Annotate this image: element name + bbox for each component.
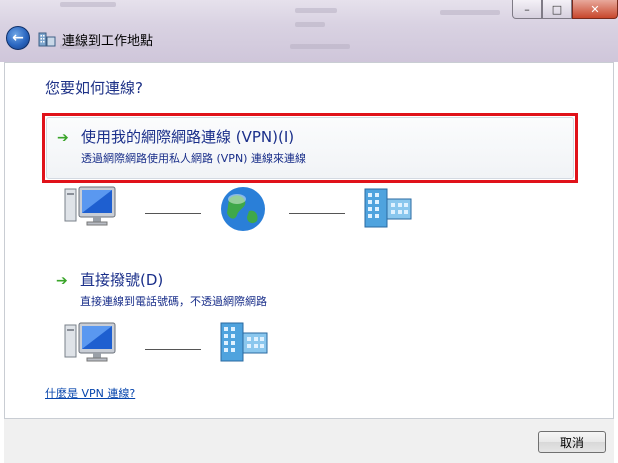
- page-heading: 您要如何連線?: [45, 79, 143, 97]
- background-ghost-text: [440, 10, 500, 15]
- computer-icon: [64, 322, 116, 362]
- dial-up-option-description: 直接連線到電話號碼，不透過網際網路: [80, 295, 267, 308]
- connection-line: [145, 213, 201, 214]
- office-building-icon: [220, 322, 268, 362]
- minimize-button[interactable]: –: [512, 0, 542, 19]
- dial-up-option-title: 直接撥號(D): [80, 271, 164, 289]
- wizard-content: 您要如何連線? ➔ 使用我的網際網路連線 (VPN)(I) 透過網際網路使用私人…: [4, 62, 614, 419]
- computer-icon: [64, 186, 116, 226]
- office-building-icon: [364, 188, 412, 228]
- wizard-footer: 取消: [4, 419, 614, 463]
- maximize-button[interactable]: □: [542, 0, 572, 19]
- close-button[interactable]: ✕: [572, 0, 618, 19]
- dial-up-diagram: [61, 319, 281, 369]
- window-titlebar: – □ ✕ ← 連線到工作地點: [0, 0, 618, 62]
- vpn-diagram: [61, 183, 421, 233]
- background-ghost-text: [295, 8, 337, 13]
- background-ghost-text: [295, 22, 325, 27]
- back-button[interactable]: ←: [6, 26, 30, 50]
- connection-line: [289, 213, 345, 214]
- network-workplace-icon: [38, 32, 56, 47]
- dial-up-option[interactable]: ➔ 直接撥號(D) 直接連線到電話號碼，不透過網際網路: [46, 261, 574, 323]
- back-arrow-icon: ←: [12, 30, 24, 46]
- background-ghost-text: [290, 44, 350, 49]
- green-arrow-icon: ➔: [56, 273, 68, 289]
- window-controls: – □ ✕: [512, 0, 618, 20]
- highlight-box: [42, 113, 578, 183]
- globe-icon: [221, 187, 265, 231]
- wizard-title: 連線到工作地點: [62, 34, 154, 49]
- cancel-button[interactable]: 取消: [538, 431, 606, 453]
- background-ghost-text: [60, 2, 116, 7]
- what-is-vpn-link[interactable]: 什麼是 VPN 連線?: [45, 385, 135, 401]
- connection-line: [145, 349, 201, 350]
